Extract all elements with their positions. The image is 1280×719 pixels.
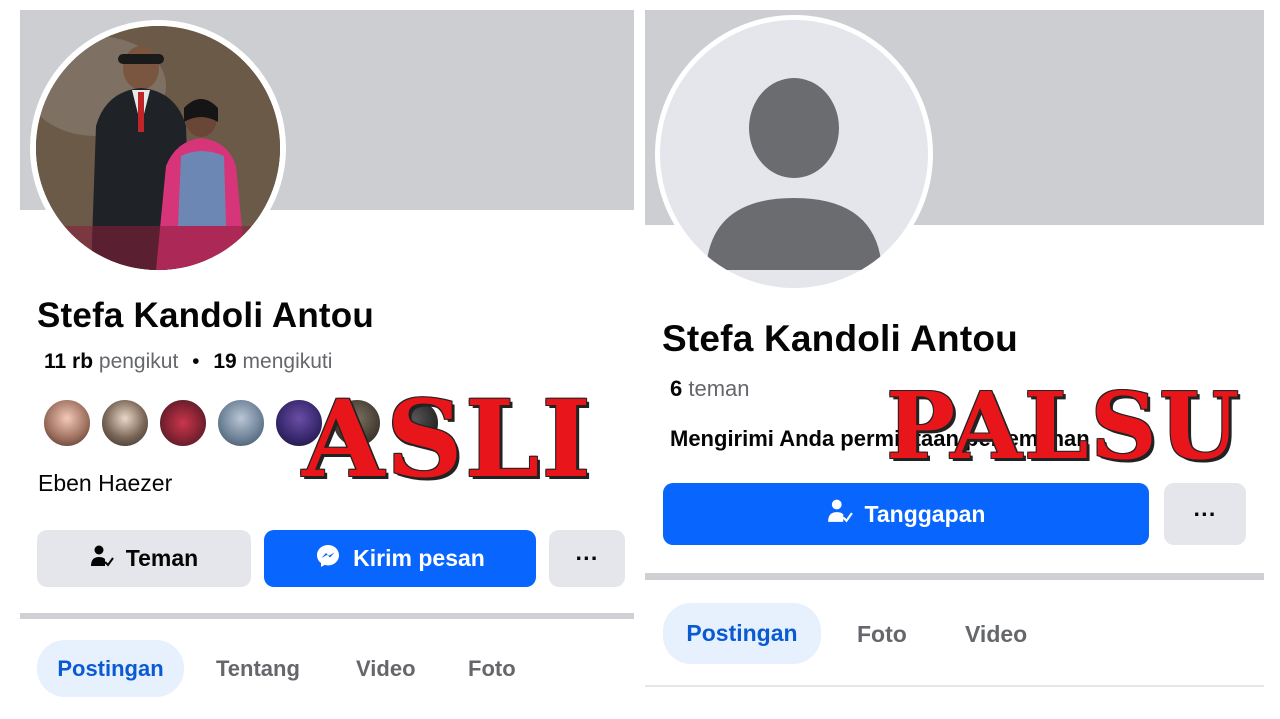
section-divider [645,573,1264,580]
follow-stats: 11 rb pengikut • 19 mengikuti [44,350,332,374]
more-dots-icon: ··· [1193,500,1217,527]
messenger-icon [315,543,341,575]
stats-separator: • [192,350,200,373]
tab-about[interactable]: Tentang [216,656,300,682]
profile-name: Stefa Kandoli Antou [37,296,374,335]
tab-photos[interactable]: Foto [468,656,516,682]
friend-check-icon [90,544,114,574]
friends-label: teman [688,376,750,401]
send-message-button[interactable]: Kirim pesan [264,530,536,587]
profile-fake: Stefa Kandoli Antou 6 teman Mengirimi An… [640,0,1280,719]
authentic-stamp: ASLI [302,376,593,501]
tab-posts[interactable]: Postingan [663,603,821,664]
following-count[interactable]: 19 [213,350,236,373]
tab-videos[interactable]: Video [965,621,1027,648]
default-avatar-icon [660,20,928,288]
profile-picture[interactable] [30,20,286,276]
profile-picture[interactable] [655,15,933,293]
fake-stamp: PALSU [886,372,1242,480]
section-divider [20,613,634,619]
friend-avatar[interactable] [100,398,150,448]
profile-original: Stefa Kandoli Antou 11 rb pengikut • 19 … [0,0,640,719]
respond-button[interactable]: Tanggapan [663,483,1149,545]
bottom-divider [645,685,1264,687]
friend-button-label: Teman [125,545,199,571]
more-dots-icon: ··· [575,545,599,571]
friends-count[interactable]: 6 [670,376,682,401]
more-options-button[interactable]: ··· [549,530,625,587]
more-options-button[interactable]: ··· [1164,483,1246,545]
followers-label: pengikut [98,350,179,373]
tab-posts[interactable]: Postingan [37,640,184,697]
tab-photos[interactable]: Foto [857,621,907,648]
send-message-label: Kirim pesan [353,545,485,571]
bio-text: Eben Haezer [38,470,173,496]
followers-count[interactable]: 11 rb [44,350,93,373]
respond-button-label: Tanggapan [864,500,986,527]
friend-button[interactable]: Teman [37,530,251,587]
friend-avatar[interactable] [216,398,266,448]
following-label: mengikuti [242,350,333,373]
profile-name: Stefa Kandoli Antou [662,318,1018,359]
tab-videos[interactable]: Video [356,656,416,682]
couple-photo [36,26,280,270]
friend-avatar[interactable] [42,398,92,448]
friends-stats: 6 teman [670,376,750,402]
friend-avatar[interactable] [158,398,208,448]
friend-check-icon [827,498,853,530]
